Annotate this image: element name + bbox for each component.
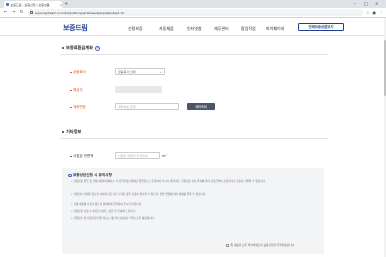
agree-checkbox-row[interactable]: 위 내용을 모두 확인하였으며 보증신청을 진행하겠습니다.: [226, 243, 295, 247]
verify-account-button[interactable]: 계좌조회: [187, 103, 215, 110]
notice-line: • 신용보증 업무 및 신청사항에 대해서는 각 지역신용보증재단 영업점으로 …: [71, 180, 266, 183]
label-text: 금융회사: [73, 70, 86, 74]
reload-icon[interactable]: ↻: [19, 10, 24, 15]
nav-item[interactable]: 재무관리: [214, 26, 229, 32]
label-text: 예금주: [73, 88, 83, 92]
label-text: 계좌번호: [73, 105, 86, 109]
bullet-icon: [62, 131, 64, 133]
favicon-icon: [6, 3, 9, 6]
agree-checkbox[interactable]: [226, 243, 229, 247]
site-logo[interactable]: 보증드림: [63, 23, 88, 33]
new-tab-button[interactable]: +: [64, 1, 68, 7]
section-title-refund-account: 보증료환급계좌 ?: [62, 45, 100, 51]
notice-line: • 기재 내용에 오류가 없도록 정확하게 입력하여 주시기 바랍니다.: [71, 203, 142, 206]
tab-close-icon[interactable]: ×: [59, 3, 62, 7]
notice-title: ! 보증상담신청 시 유의사항: [68, 173, 112, 178]
agree-label[interactable]: 위 내용을 모두 확인하였으며 보증신청을 진행하겠습니다.: [231, 243, 295, 247]
notice-line: • 기업정보 및 보증신청 관련 정보는 재단의 보증심사 목적으로만 활용됩니…: [71, 217, 155, 220]
notice-panel: ! 보증상담신청 시 유의사항 • 신용보증 업무 및 신청사항에 대해서는 각…: [62, 168, 324, 254]
browser-tab[interactable]: 보증드림 - 보증신청 | 보증상품 ×: [4, 1, 62, 8]
chevron-down-icon: ⌄: [159, 69, 162, 74]
divider: [60, 54, 328, 55]
notice-line: • 신청인이 기재한 정보가 사실과 다르거나 누락된 경우 보증이 취소될 수…: [71, 193, 206, 196]
menu-icon[interactable]: ⋮: [379, 10, 383, 15]
url-text[interactable]: bojeungdream.or.kr/bd/public/guarantee/a…: [35, 11, 125, 15]
floor-area-unit: m²: [162, 153, 167, 158]
select-value: 금융회사 선택: [118, 69, 136, 74]
nav-item[interactable]: 팝업작업: [241, 26, 256, 32]
bullet-icon: [70, 106, 72, 109]
input-placeholder: 사업장 연면적 숫자입력: [118, 153, 148, 158]
close-window-icon[interactable]: ×: [375, 1, 378, 6]
financial-institution-select[interactable]: 금융회사 선택 ⌄: [115, 68, 165, 75]
star-icon[interactable]: ☆: [366, 10, 370, 15]
nav-item[interactable]: 마이페이지: [266, 26, 284, 32]
account-number-input[interactable]: 계좌번호 입력: [115, 103, 179, 110]
section-title-text: 기타정보: [66, 129, 82, 134]
divider: [60, 138, 328, 139]
lock-icon: [30, 11, 33, 14]
info-icon: !: [68, 173, 72, 178]
address-bar[interactable]: bojeungdream.or.kr/bd/public/guarantee/a…: [27, 9, 363, 16]
bullet-icon: [70, 71, 72, 74]
nav-item[interactable]: 자동채움: [159, 26, 174, 32]
forward-icon[interactable]: →: [11, 10, 16, 15]
bullet-icon: [70, 89, 72, 92]
section-title-text: 보증료환급계좌: [66, 45, 93, 50]
section-title-other-info: 기타정보: [62, 129, 81, 135]
label-text: 사업장 연면적: [73, 154, 94, 158]
help-icon[interactable]: ?: [94, 45, 100, 51]
maximize-icon[interactable]: □: [364, 1, 368, 6]
input-placeholder: 계좌번호 입력: [118, 104, 136, 109]
all-products-button[interactable]: 전체보증상품보기: [298, 22, 344, 31]
browser-tab-bar: 보증드림 - 보증신청 | 보증상품 × + – □ ×: [0, 0, 386, 8]
label-floor-area: 사업장 연면적: [70, 154, 93, 159]
scrollbar-thumb[interactable]: [383, 40, 386, 96]
back-icon[interactable]: ←: [3, 10, 8, 15]
nav-item[interactable]: 인터넷창: [187, 26, 202, 32]
profile-icon[interactable]: ●: [373, 10, 377, 15]
bullet-icon: [62, 47, 64, 49]
nav-item[interactable]: 신용보증: [128, 26, 143, 32]
notice-title-text: 보증상담신청 시 유의사항: [73, 173, 112, 177]
label-account-holder: 예금주: [70, 88, 83, 93]
label-financial-institution: 금융회사: [70, 70, 86, 75]
account-holder-field: [115, 86, 162, 93]
notice-line: • 신용보증 신청 시 필요한 서류는 상담 후 안내해 드립니다.: [71, 210, 136, 213]
site-header: 보증드림 신용보증 자동채움 인터넷창 재무관리 팝업작업 마이페이지 전체보증…: [0, 18, 386, 36]
browser-toolbar: ← → ↻ bojeungdream.or.kr/bd/public/guara…: [0, 8, 386, 18]
floor-area-input[interactable]: 사업장 연면적 숫자입력: [115, 152, 160, 159]
tab-title: 보증드림 - 보증신청 | 보증상품: [10, 2, 50, 7]
bullet-icon: [70, 155, 72, 158]
label-account-number: 계좌번호: [70, 105, 86, 110]
minimize-icon[interactable]: –: [354, 1, 356, 6]
